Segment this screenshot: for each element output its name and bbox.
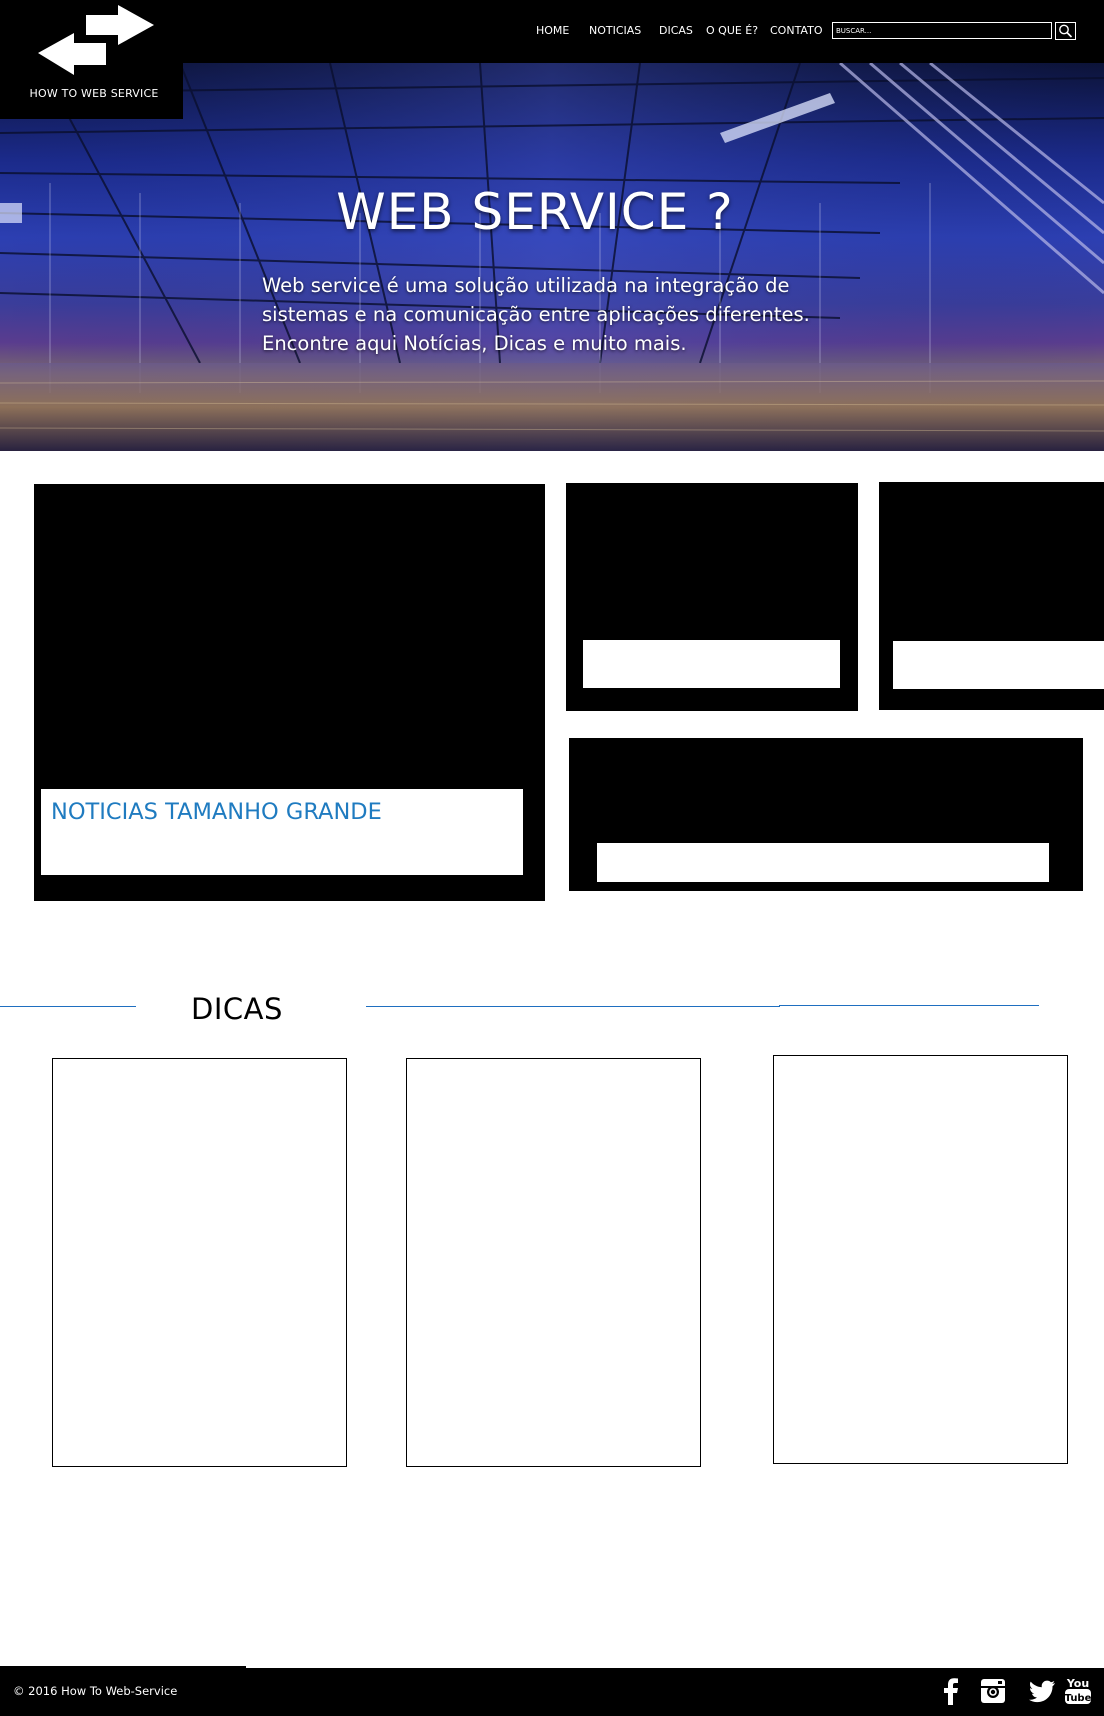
search-input[interactable]: [832, 22, 1052, 39]
logo[interactable]: HOW TO WEB SERVICE: [0, 0, 183, 119]
footer: © 2016 How To Web-Service You Tube: [0, 1668, 1104, 1716]
search-button[interactable]: [1055, 22, 1076, 40]
dica-card[interactable]: [406, 1058, 701, 1467]
hero-line: sistemas e na comunicação entre aplicaçõ…: [262, 303, 810, 326]
news-caption: [583, 640, 840, 688]
dica-card[interactable]: [773, 1055, 1068, 1464]
instagram-icon[interactable]: [977, 1675, 1009, 1707]
news-card-large[interactable]: NOTICIAS TAMANHO GRANDE: [34, 484, 545, 901]
search-icon: [1059, 24, 1073, 38]
nav-dicas[interactable]: DICAS: [659, 24, 693, 37]
news-card-small[interactable]: [566, 483, 858, 711]
divider-line: [779, 1005, 1039, 1006]
nav-contato[interactable]: CONTATO: [770, 24, 822, 37]
svg-text:You: You: [1066, 1677, 1089, 1690]
divider-line: [366, 1006, 780, 1007]
nav-home[interactable]: HOME: [536, 24, 569, 37]
nav-o-que-e[interactable]: O QUE É?: [706, 24, 758, 37]
copyright-text: © 2016 How To Web-Service: [13, 1684, 178, 1698]
facebook-icon[interactable]: [935, 1675, 967, 1707]
youtube-icon[interactable]: You Tube: [1063, 1675, 1093, 1707]
news-caption: [893, 641, 1104, 689]
news-card-small[interactable]: [879, 482, 1104, 710]
news-caption: NOTICIAS TAMANHO GRANDE: [41, 789, 523, 875]
logo-text: HOW TO WEB SERVICE: [29, 87, 159, 100]
news-title[interactable]: NOTICIAS TAMANHO GRANDE: [51, 799, 382, 825]
dica-card[interactable]: [52, 1058, 347, 1467]
section-title-dicas: DICAS: [191, 992, 283, 1026]
svg-text:Tube: Tube: [1065, 1693, 1092, 1704]
swap-arrows-icon: [38, 5, 154, 75]
page: HOW TO WEB SERVICE HOME NOTICIAS DICAS O…: [0, 0, 1104, 1716]
hero-line: Encontre aqui Notícias, Dicas e muito ma…: [262, 332, 687, 355]
hero-banner: WEB SERVICE ? Web service é uma solução …: [0, 63, 1104, 451]
hero-line: Web service é uma solução utilizada na i…: [262, 274, 790, 297]
news-card-wide[interactable]: [569, 738, 1083, 891]
divider-line: [0, 1006, 136, 1007]
twitter-icon[interactable]: [1026, 1675, 1058, 1707]
hero-background-image: [0, 63, 1104, 451]
hero-description: Web service é uma solução utilizada na i…: [262, 271, 862, 358]
nav-noticias[interactable]: NOTICIAS: [589, 24, 641, 37]
hero-title: WEB SERVICE ?: [336, 183, 734, 241]
news-caption: [597, 843, 1049, 882]
